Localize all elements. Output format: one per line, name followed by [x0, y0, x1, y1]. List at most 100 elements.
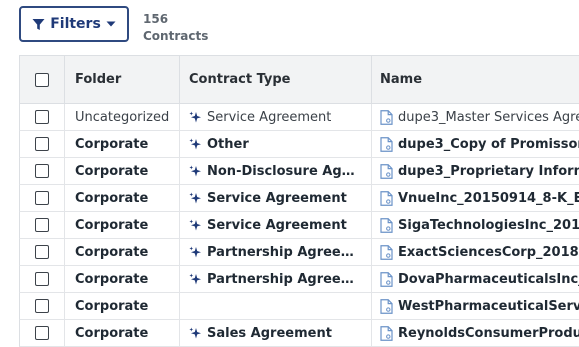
document-icon: [380, 244, 393, 260]
filters-button[interactable]: Filters: [19, 6, 129, 42]
name-cell[interactable]: WestPharmaceuticalServices: [371, 293, 579, 319]
folder-cell: Corporate: [64, 185, 189, 211]
contract-name-link[interactable]: dupe3_Proprietary Informatio: [398, 164, 579, 179]
table-row[interactable]: Corporate WestPharmaceuticalServices: [19, 293, 579, 320]
contract-type-value: Service Agreement: [207, 217, 347, 233]
contract-name-link[interactable]: VnueInc_20150914_8-K_EX-10.: [398, 191, 579, 206]
contract-count: 156 Contracts: [143, 11, 208, 45]
table-row[interactable]: Uncategorized Service Agreement dupe3_Mast…: [19, 104, 579, 131]
table-row[interactable]: Corporate Sales Agreement ReynoldsConsumer…: [19, 320, 579, 347]
contract-type-value: Service Agreement: [207, 109, 332, 125]
name-cell[interactable]: ReynoldsConsumerProductsIn: [371, 320, 579, 346]
row-checkbox[interactable]: [35, 137, 49, 151]
contract-count-number: 156: [143, 12, 169, 26]
sparkle-ai-icon: [189, 138, 201, 149]
name-cell[interactable]: dupe3_Copy of Promissory No: [371, 131, 579, 157]
contract-name-link[interactable]: ExactSciencesCorp_20180822_: [398, 245, 579, 260]
folder-value: Corporate: [75, 163, 149, 179]
row-checkbox[interactable]: [35, 326, 49, 340]
document-icon: [380, 163, 393, 179]
row-checkbox[interactable]: [35, 164, 49, 178]
row-select-cell: [20, 158, 64, 184]
folder-value: Corporate: [75, 271, 149, 287]
contract-type-cell: Partnership Agreement: [179, 266, 371, 292]
name-cell[interactable]: VnueInc_20150914_8-K_EX-10.: [371, 185, 579, 211]
row-checkbox[interactable]: [35, 110, 49, 124]
row-select-cell: [20, 293, 64, 319]
table-row[interactable]: Corporate Other dupe3_Copy of Promissory N…: [19, 131, 579, 158]
contract-type-value: Partnership Agreement: [207, 244, 357, 260]
row-checkbox[interactable]: [35, 272, 49, 286]
table-row[interactable]: Corporate Non-Disclosure Agree... dupe3_Pr…: [19, 158, 579, 185]
caret-down-icon: [106, 21, 116, 27]
folder-value: Corporate: [75, 190, 149, 206]
select-all-checkbox[interactable]: [35, 72, 49, 87]
table-row[interactable]: Corporate Partnership Agreement DovaPharma…: [19, 266, 579, 293]
sparkle-ai-icon: [189, 246, 201, 257]
name-cell[interactable]: DovaPharmaceuticalsInc_201: [371, 266, 579, 292]
filters-button-label: Filters: [50, 16, 101, 32]
name-cell[interactable]: SigaTechnologiesInc_2019060: [371, 212, 579, 238]
contract-name-link[interactable]: DovaPharmaceuticalsInc_201: [398, 272, 579, 287]
folder-cell: Corporate: [64, 212, 189, 238]
table-row[interactable]: Corporate Service Agreement VnueInc_201509…: [19, 185, 579, 212]
column-header-name-label: Name: [380, 72, 423, 87]
row-checkbox[interactable]: [35, 299, 49, 313]
folder-cell: Uncategorized: [64, 104, 189, 130]
sparkle-ai-icon: [189, 192, 201, 203]
contract-name-link[interactable]: ReynoldsConsumerProductsIn: [398, 326, 579, 341]
column-header-name[interactable]: Name: [371, 56, 579, 103]
column-header-contract-type[interactable]: Contract Type: [179, 56, 371, 103]
table-row[interactable]: Corporate Partnership Agreement ExactScien…: [19, 239, 579, 266]
column-header-folder-label: Folder: [75, 72, 122, 87]
row-checkbox[interactable]: [35, 218, 49, 232]
column-header-folder[interactable]: Folder: [64, 56, 189, 103]
folder-cell: Corporate: [64, 158, 189, 184]
contract-name-link[interactable]: dupe3_Copy of Promissory No: [398, 137, 579, 152]
contract-type-cell: Service Agreement: [179, 104, 371, 130]
row-checkbox[interactable]: [35, 191, 49, 205]
name-cell[interactable]: dupe3_Proprietary Informatio: [371, 158, 579, 184]
name-cell[interactable]: dupe3_Master Services Agreem: [371, 104, 579, 130]
contract-type-cell: Sales Agreement: [179, 320, 371, 346]
folder-value: Corporate: [75, 325, 149, 341]
row-checkbox[interactable]: [35, 245, 49, 259]
table-row[interactable]: Corporate Service Agreement SigaTechnologi…: [19, 212, 579, 239]
sparkle-ai-icon: [189, 219, 201, 230]
folder-cell: Corporate: [64, 320, 189, 346]
folder-value: Uncategorized: [75, 109, 170, 125]
contract-type-cell: Non-Disclosure Agree...: [179, 158, 371, 184]
row-select-cell: [20, 212, 64, 238]
toolbar: Filters 156 Contracts: [0, 0, 579, 55]
sparkle-ai-icon: [189, 111, 201, 122]
table-body: Uncategorized Service Agreement dupe3_Mast…: [19, 104, 579, 347]
contract-type-cell: Service Agreement: [179, 185, 371, 211]
document-icon: [380, 190, 393, 206]
row-select-cell: [20, 131, 64, 157]
contract-type-cell: Other: [179, 131, 371, 157]
contract-name-link[interactable]: dupe3_Master Services Agreem: [398, 110, 579, 125]
row-select-cell: [20, 239, 64, 265]
folder-value: Corporate: [75, 244, 149, 260]
row-select-cell: [20, 104, 64, 130]
folder-cell: Corporate: [64, 239, 189, 265]
folder-value: Corporate: [75, 217, 149, 233]
contract-type-value: Service Agreement: [207, 190, 347, 206]
document-icon: [380, 271, 393, 287]
sparkle-ai-icon: [189, 327, 201, 338]
contract-name-link[interactable]: SigaTechnologiesInc_2019060: [398, 218, 579, 233]
select-all-cell: [20, 56, 64, 103]
contract-type-value: Non-Disclosure Agree...: [207, 163, 357, 179]
folder-cell: Corporate: [64, 266, 189, 292]
folder-value: Corporate: [75, 298, 149, 314]
contracts-table: Folder Contract Type Name Uncategorized S…: [19, 55, 579, 347]
contract-type-value: Sales Agreement: [207, 325, 332, 341]
contract-type-value: Other: [207, 136, 249, 152]
name-cell[interactable]: ExactSciencesCorp_20180822_: [371, 239, 579, 265]
contract-name-link[interactable]: WestPharmaceuticalServices: [398, 299, 579, 314]
contract-type-cell: Partnership Agreement: [179, 239, 371, 265]
document-icon: [380, 217, 393, 233]
document-icon: [380, 109, 393, 125]
column-header-contract-type-label: Contract Type: [189, 72, 291, 87]
contract-type-cell: Service Agreement: [179, 212, 371, 238]
